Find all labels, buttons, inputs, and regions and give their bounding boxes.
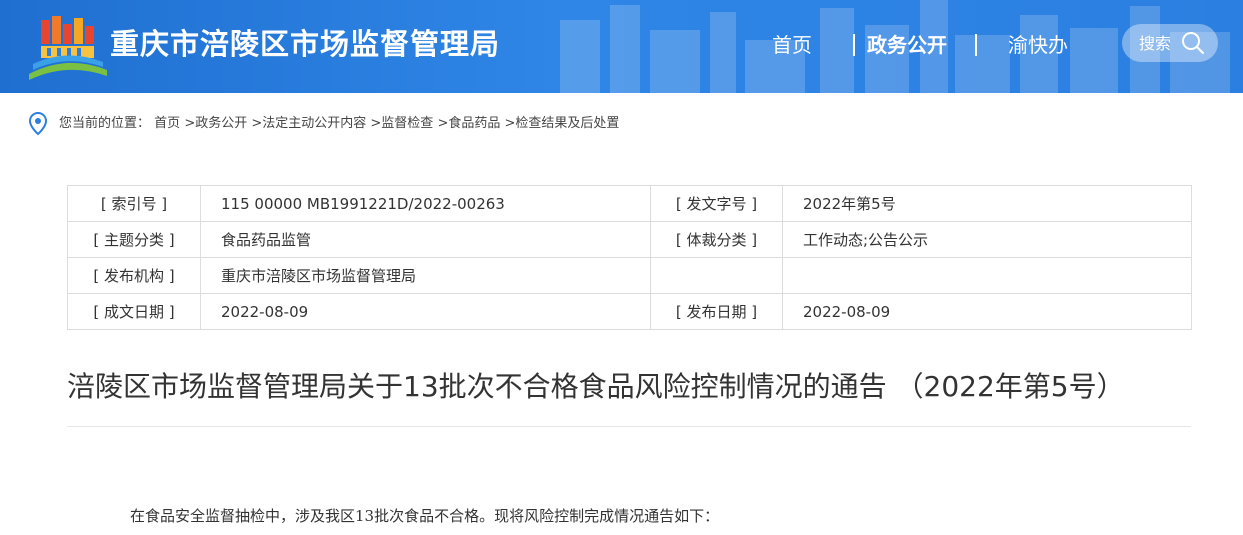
table-row: [ 索引号 ] 115 00000 MB1991221D/2022-00263 …	[67, 185, 1192, 222]
article-title: 涪陵区市场监督管理局关于13批次不合格食品风险控制情况的通告 （2022年第5号…	[67, 370, 1125, 403]
meta-value: 食品药品监管	[200, 221, 651, 258]
breadcrumb-statutory-content[interactable]: >法定主动公开内容	[251, 116, 366, 131]
nav-yukuaiban[interactable]: 渝快办	[1008, 28, 1068, 62]
meta-value: 115 00000 MB1991221D/2022-00263	[200, 185, 651, 222]
location-pin-icon	[28, 112, 48, 136]
title-divider	[67, 426, 1191, 427]
meta-value: 工作动态;公告公示	[782, 221, 1192, 258]
meta-key: [ 成文日期 ]	[67, 293, 201, 330]
meta-key: [ 体裁分类 ]	[650, 221, 783, 258]
meta-value: 2022年第5号	[782, 185, 1192, 222]
article-intro: 在食品安全监督抽检中，涉及我区13批次食品不合格。现将风险控制完成情况通告如下：	[130, 507, 720, 525]
nav-separator	[975, 34, 977, 56]
meta-key: [ 索引号 ]	[67, 185, 201, 222]
search-button[interactable]: 搜索	[1122, 24, 1218, 62]
main-nav: 首页 政务公开 渝快办	[0, 28, 1243, 62]
breadcrumb-inspection-results[interactable]: >检查结果及后处置	[505, 116, 620, 131]
breadcrumb-supervision[interactable]: >监督检查	[370, 116, 433, 131]
nav-gov-affairs[interactable]: 政务公开	[867, 28, 947, 62]
meta-key: [ 主题分类 ]	[67, 221, 201, 258]
nav-home[interactable]: 首页	[772, 28, 812, 62]
meta-value: 重庆市涪陵区市场监督管理局	[200, 257, 651, 294]
nav-separator	[853, 34, 855, 56]
document-meta-table: [ 索引号 ] 115 00000 MB1991221D/2022-00263 …	[67, 185, 1192, 330]
search-label: 搜索	[1139, 34, 1172, 53]
meta-key: [ 发文字号 ]	[650, 185, 783, 222]
breadcrumb: 您当前的位置： 首页 >政务公开 >法定主动公开内容 >监督检查 >食品药品 >…	[27, 112, 727, 136]
breadcrumb-prefix: 您当前的位置：	[59, 116, 151, 131]
meta-value	[782, 257, 1192, 294]
search-icon	[1182, 32, 1205, 55]
breadcrumb-home[interactable]: 首页	[154, 116, 180, 131]
breadcrumb-gov-affairs[interactable]: >政务公开	[184, 116, 247, 131]
table-row: [ 成文日期 ] 2022-08-09 [ 发布日期 ] 2022-08-09	[67, 293, 1192, 330]
table-row: [ 主题分类 ] 食品药品监管 [ 体裁分类 ] 工作动态;公告公示	[67, 221, 1192, 258]
meta-value: 2022-08-09	[200, 293, 651, 330]
meta-key: [ 发布机构 ]	[67, 257, 201, 294]
meta-key	[650, 257, 783, 294]
meta-key: [ 发布日期 ]	[650, 293, 783, 330]
site-header: 重庆市涪陵区市场监督管理局 首页 政务公开 渝快办 搜索	[0, 0, 1243, 93]
meta-value: 2022-08-09	[782, 293, 1192, 330]
breadcrumb-food-drug[interactable]: >食品药品	[437, 116, 500, 131]
table-row: [ 发布机构 ] 重庆市涪陵区市场监督管理局	[67, 257, 1192, 294]
